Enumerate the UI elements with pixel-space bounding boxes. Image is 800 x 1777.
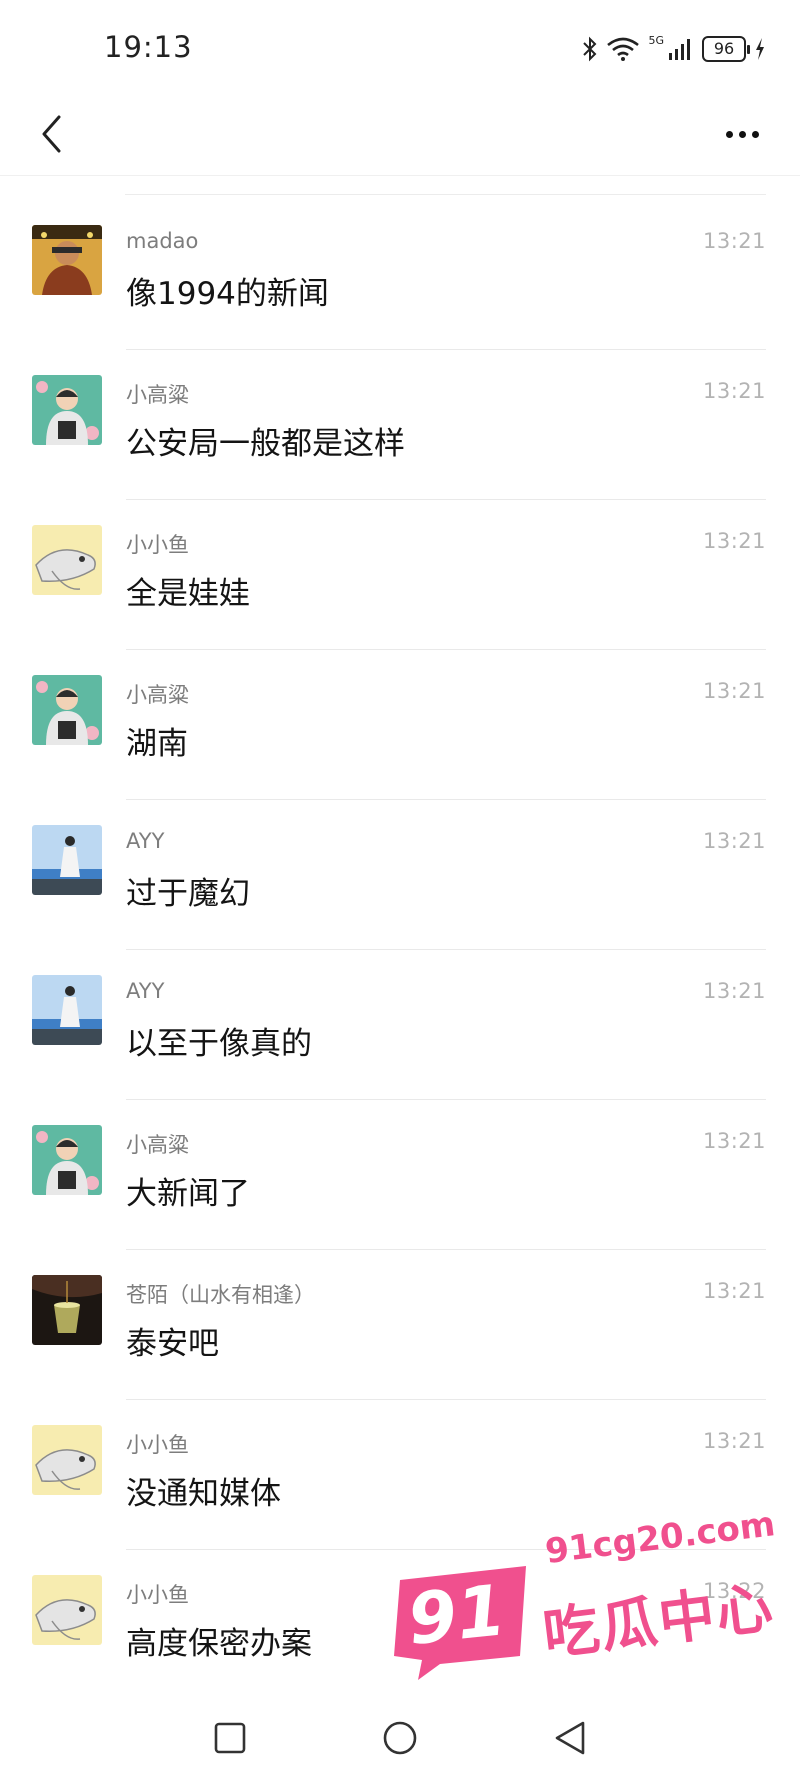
watermark-number: 91 [403, 1569, 510, 1661]
message-text: 像1994的新闻 [126, 276, 329, 312]
square-home-icon [214, 1722, 246, 1754]
sender-name: AYY [126, 979, 165, 1003]
avatar-madao[interactable] [32, 225, 102, 295]
list-item[interactable]: 小高粱 13:21 公安局一般都是这样 [0, 350, 800, 500]
circle-icon [383, 1721, 417, 1755]
charging-bolt-icon [754, 37, 766, 61]
list-item[interactable]: AYY 13:21 以至于像真的 [0, 950, 800, 1100]
chevron-left-icon [42, 115, 61, 153]
message-time: 13:21 [702, 529, 766, 553]
message-text: 没通知媒体 [126, 1476, 281, 1512]
triangle-back-icon [555, 1721, 585, 1755]
message-time: 13:21 [702, 229, 766, 253]
avatar-xiaoxiaoyu[interactable] [32, 1575, 102, 1645]
sender-name: 小高粱 [126, 1133, 189, 1157]
message-text: 过于魔幻 [126, 876, 250, 912]
status-icons: 5G 96 [582, 32, 766, 66]
sender-name: AYY [126, 829, 165, 853]
message-list[interactable]: madao 13:21 像1994的新闻 小高粱 13:21 公安局一般都是这样 [0, 200, 800, 1700]
avatar-xiaoxiaoyu[interactable] [32, 525, 102, 595]
watermark-text: 吃瓜中心 [539, 1575, 778, 1669]
system-back-button[interactable] [548, 1716, 592, 1760]
list-item[interactable]: 小高粱 13:21 大新闻了 [0, 1100, 800, 1250]
sender-name: 苍陌（山水有相逢） [126, 1283, 315, 1307]
bluetooth-icon [582, 36, 598, 62]
wifi-icon [606, 36, 640, 62]
list-item[interactable]: 小高粱 13:21 湖南 [0, 650, 800, 800]
list-item[interactable]: 小小鱼 13:21 全是娃娃 [0, 500, 800, 650]
message-text: 大新闻了 [126, 1176, 250, 1212]
signal-icon [668, 37, 694, 61]
message-time: 13:21 [702, 1279, 766, 1303]
back-button[interactable] [22, 104, 82, 164]
avatar-xiaogaoliang[interactable] [32, 675, 102, 745]
list-item[interactable]: madao 13:21 像1994的新闻 [0, 200, 800, 350]
status-bar: 19:13 5G 96 [0, 0, 800, 96]
avatar-xiaogaoliang[interactable] [32, 1125, 102, 1195]
list-item[interactable]: AYY 13:21 过于魔幻 [0, 800, 800, 950]
watermark: 91cg20.com 91 吃瓜中心 [378, 1504, 778, 1700]
sender-name: 小小鱼 [126, 1433, 189, 1457]
message-text: 泰安吧 [126, 1326, 219, 1362]
message-text: 全是娃娃 [126, 576, 250, 612]
more-dot [751, 130, 759, 138]
message-time: 13:21 [702, 1129, 766, 1153]
more-dot [725, 130, 733, 138]
avatar-ayy[interactable] [32, 975, 102, 1045]
recent-apps-button[interactable] [378, 1716, 422, 1760]
battery-indicator: 96 [702, 36, 750, 62]
message-time: 13:21 [702, 979, 766, 1003]
avatar-cangmo[interactable] [32, 1275, 102, 1345]
message-text: 公安局一般都是这样 [126, 426, 405, 462]
list-item[interactable]: 苍陌（山水有相逢） 13:21 泰安吧 [0, 1250, 800, 1400]
network-label: 5G [648, 33, 664, 47]
sender-name: 小高粱 [126, 683, 189, 707]
more-button[interactable] [710, 104, 774, 164]
status-time: 19:13 [104, 30, 193, 64]
more-dot [738, 130, 746, 138]
system-nav-bar [0, 1700, 800, 1777]
message-text: 以至于像真的 [126, 1026, 312, 1062]
home-button[interactable] [208, 1716, 252, 1760]
sender-name: madao [126, 229, 199, 253]
message-time: 13:21 [702, 829, 766, 853]
message-time: 13:21 [702, 379, 766, 403]
message-time: 13:21 [702, 679, 766, 703]
avatar-ayy[interactable] [32, 825, 102, 895]
sender-name: 小高粱 [126, 383, 189, 407]
message-text: 高度保密办案 [126, 1626, 312, 1662]
sender-name: 小小鱼 [126, 1583, 189, 1607]
avatar-xiaoxiaoyu[interactable] [32, 1425, 102, 1495]
divider [125, 194, 766, 195]
sender-name: 小小鱼 [126, 533, 189, 557]
nav-bar [0, 96, 800, 176]
message-text: 湖南 [126, 726, 188, 762]
message-time: 13:21 [702, 1429, 766, 1453]
avatar-xiaogaoliang[interactable] [32, 375, 102, 445]
